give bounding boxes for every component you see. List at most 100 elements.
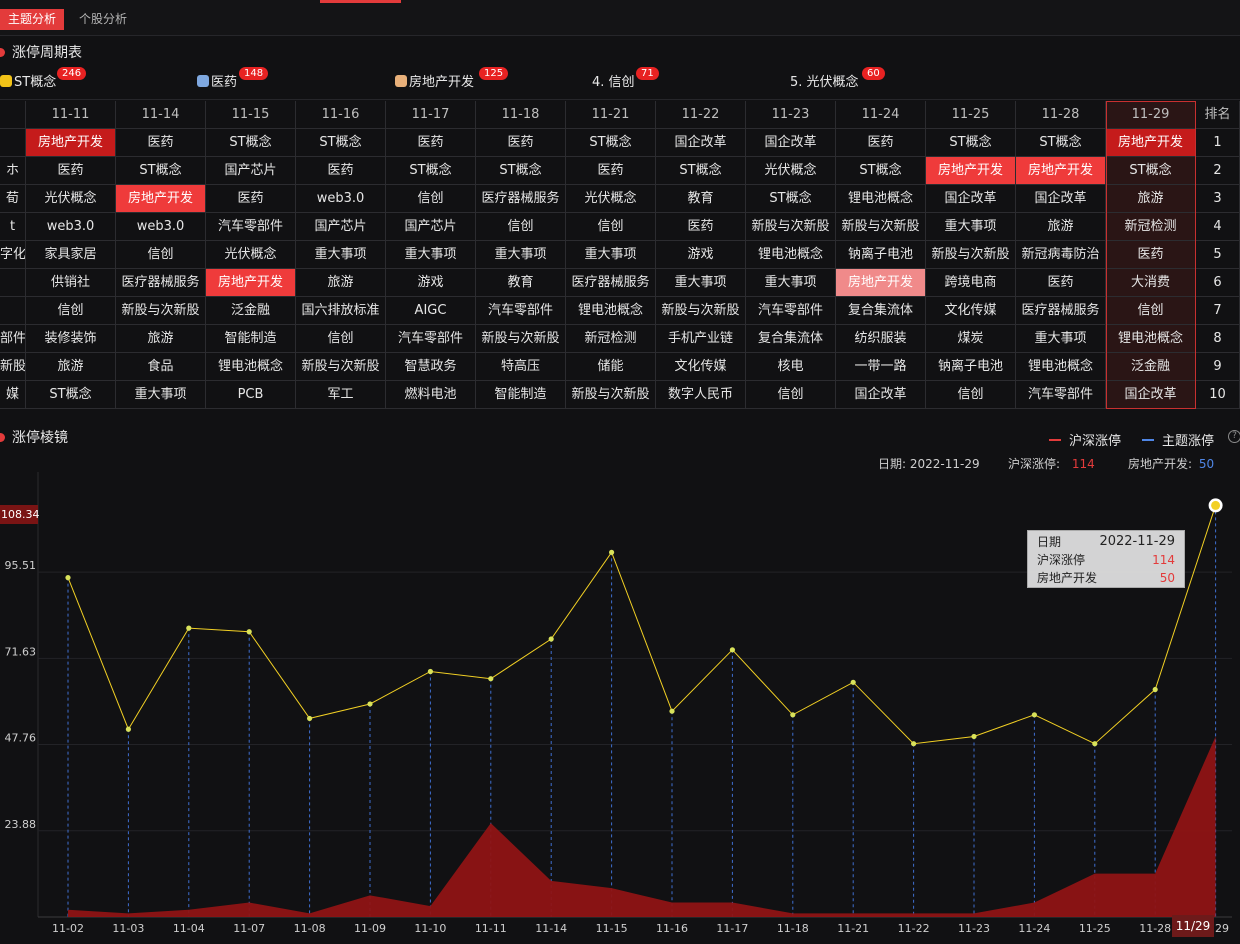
theme-cell[interactable]: 医疗器械服务 (1016, 297, 1106, 325)
theme-cell[interactable]: 大消费 (1106, 269, 1196, 297)
theme-cell[interactable]: 食品 (116, 353, 206, 381)
theme-cell[interactable]: 智能制造 (476, 381, 566, 409)
theme-cell[interactable]: 国企改革 (836, 381, 926, 409)
date-header-11-21[interactable]: 11-21 (566, 101, 656, 129)
help-icon[interactable]: ? (1228, 430, 1240, 443)
theme-cell[interactable]: 军工 (296, 381, 386, 409)
theme-cell[interactable]: 重大事项 (296, 241, 386, 269)
theme-cell[interactable]: 光伏概念 (566, 185, 656, 213)
theme-cell[interactable]: 信创 (26, 297, 116, 325)
date-header-11-24[interactable]: 11-24 (836, 101, 926, 129)
theme-cell[interactable]: 教育 (656, 185, 746, 213)
tab-stock-analysis[interactable]: 个股分析 (71, 9, 135, 30)
date-header-11-15[interactable]: 11-15 (206, 101, 296, 129)
theme-cell[interactable]: 复合集流体 (836, 297, 926, 325)
theme-cell[interactable]: ST概念 (1016, 129, 1106, 157)
theme-cell[interactable]: 特高压 (476, 353, 566, 381)
theme-cell[interactable]: 重大事项 (656, 269, 746, 297)
theme-cell[interactable]: 新股与次新股 (746, 213, 836, 241)
tab-theme-analysis[interactable]: 主题分析 (0, 9, 65, 30)
theme-cell[interactable]: 房地产开发 (836, 269, 926, 297)
theme-cell[interactable]: 装修装饰 (26, 325, 116, 353)
theme-cell[interactable]: 汽车零部件 (1016, 381, 1106, 409)
theme-cell[interactable]: 光伏概念 (206, 241, 296, 269)
theme-cell[interactable]: 新股与次新股 (476, 325, 566, 353)
theme-cell[interactable]: 医药 (116, 129, 206, 157)
date-header-11-22[interactable]: 11-22 (656, 101, 746, 129)
theme-cell[interactable]: AIGC (386, 297, 476, 325)
theme-cell[interactable]: 信创 (296, 325, 386, 353)
theme-cell[interactable]: 储能 (566, 353, 656, 381)
theme-cell[interactable]: ST概念 (386, 157, 476, 185)
theme-cell[interactable]: 医药 (566, 157, 656, 185)
theme-cell[interactable]: ST概念 (926, 129, 1016, 157)
theme-cell[interactable]: 房地产开发 (26, 129, 116, 157)
theme-cell[interactable]: ST概念 (206, 129, 296, 157)
theme-cell[interactable]: 锂电池概念 (566, 297, 656, 325)
theme-cell[interactable]: web3.0 (26, 213, 116, 241)
theme-cell[interactable]: 房地产开发 (206, 269, 296, 297)
theme-cell[interactable]: 医疗器械服务 (116, 269, 206, 297)
theme-cell[interactable]: 重大事项 (566, 241, 656, 269)
theme-cell[interactable]: 重大事项 (386, 241, 476, 269)
theme-cell[interactable]: 汽车零部件 (746, 297, 836, 325)
theme-cell[interactable]: 游戏 (386, 269, 476, 297)
theme-cell[interactable]: 文化传媒 (926, 297, 1016, 325)
theme-cell[interactable]: ST概念 (116, 157, 206, 185)
theme-cell[interactable]: 游戏 (656, 241, 746, 269)
date-header-11-23[interactable]: 11-23 (746, 101, 836, 129)
theme-cell[interactable]: web3.0 (116, 213, 206, 241)
legend-total[interactable]: 沪深涨停 (1049, 430, 1121, 449)
theme-cell[interactable]: 钠离子电池 (836, 241, 926, 269)
theme-cell[interactable]: 新冠检测 (1106, 213, 1196, 241)
theme-cell[interactable]: 汽车零部件 (206, 213, 296, 241)
theme-cell[interactable]: ST概念 (1106, 157, 1196, 185)
theme-cell[interactable]: 国产芯片 (206, 157, 296, 185)
theme-cell[interactable]: web3.0 (296, 185, 386, 213)
theme-cell[interactable]: 纺织服装 (836, 325, 926, 353)
theme-cell[interactable]: ST概念 (566, 129, 656, 157)
theme-summary-item[interactable]: 4. 信创 71 (592, 67, 659, 94)
theme-cell[interactable]: 锂电池概念 (1016, 353, 1106, 381)
theme-cell[interactable]: 旅游 (1106, 185, 1196, 213)
date-header-11-14[interactable]: 11-14 (116, 101, 206, 129)
theme-cell[interactable]: 国六排放标准 (296, 297, 386, 325)
theme-cell[interactable]: 泛金融 (206, 297, 296, 325)
theme-cell[interactable]: 锂电池概念 (206, 353, 296, 381)
theme-cell[interactable]: 医药 (836, 129, 926, 157)
theme-cell[interactable]: 信创 (746, 381, 836, 409)
theme-cell[interactable]: 智能制造 (206, 325, 296, 353)
theme-cell[interactable]: 重大事项 (1016, 325, 1106, 353)
theme-cell[interactable]: 一带一路 (836, 353, 926, 381)
legend-theme[interactable]: 主题涨停 (1142, 430, 1214, 449)
theme-cell[interactable]: 新股与次新股 (836, 213, 926, 241)
theme-cell[interactable]: 新股与次新股 (116, 297, 206, 325)
theme-cell[interactable]: 汽车零部件 (476, 297, 566, 325)
theme-cell[interactable]: 新股与次新股 (926, 241, 1016, 269)
date-header-11-16[interactable]: 11-16 (296, 101, 386, 129)
theme-cell[interactable]: ST概念 (746, 185, 836, 213)
theme-cell[interactable]: 泛金融 (1106, 353, 1196, 381)
theme-cell[interactable]: 旅游 (296, 269, 386, 297)
theme-cell[interactable]: 旅游 (26, 353, 116, 381)
theme-cell[interactable]: 智慧政务 (386, 353, 476, 381)
theme-cell[interactable]: ST概念 (656, 157, 746, 185)
date-header-11-11[interactable]: 11-11 (26, 101, 116, 129)
theme-cell[interactable]: 信创 (566, 213, 656, 241)
theme-cell[interactable]: 锂电池概念 (836, 185, 926, 213)
theme-cell[interactable]: 新股与次新股 (566, 381, 656, 409)
date-header-11-29[interactable]: 11-29 (1106, 101, 1196, 129)
theme-cell[interactable]: 房地产开发 (926, 157, 1016, 185)
theme-cell[interactable]: 信创 (1106, 297, 1196, 325)
theme-cell[interactable]: 复合集流体 (746, 325, 836, 353)
theme-cell[interactable]: 房地产开发 (1016, 157, 1106, 185)
theme-cell[interactable]: 供销社 (26, 269, 116, 297)
theme-cell[interactable]: 新冠检测 (566, 325, 656, 353)
theme-cell[interactable]: 锂电池概念 (1106, 325, 1196, 353)
theme-cell[interactable]: 医药 (1106, 241, 1196, 269)
theme-cell[interactable]: 国企改革 (746, 129, 836, 157)
theme-cell[interactable]: 新股与次新股 (296, 353, 386, 381)
theme-cell[interactable]: 手机产业链 (656, 325, 746, 353)
theme-cell[interactable]: PCB (206, 381, 296, 409)
theme-cell[interactable]: 信创 (386, 185, 476, 213)
